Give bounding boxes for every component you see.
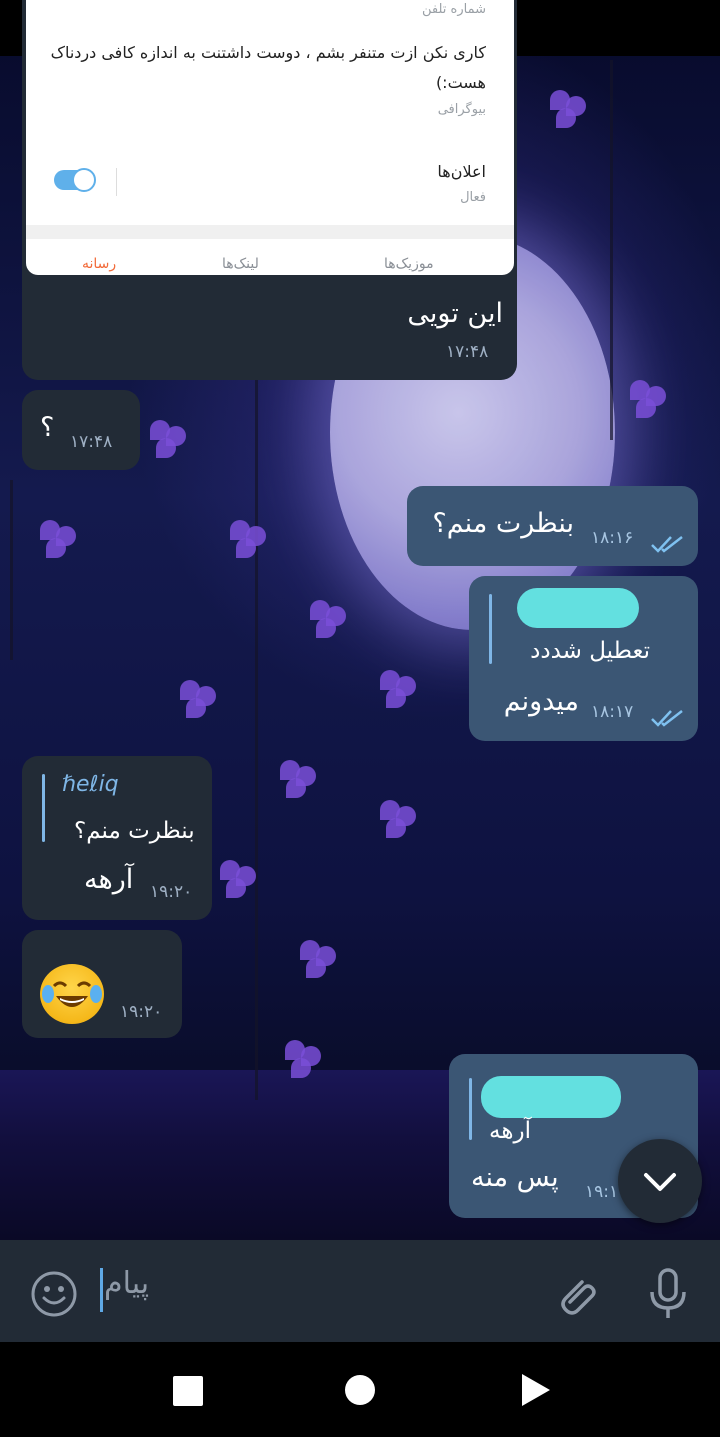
- message-time: ۱۹:۲۰: [120, 1002, 163, 1022]
- message-time: ۱۹:۲۰: [150, 882, 193, 902]
- emoji-icon[interactable]: [30, 1270, 78, 1318]
- message-bubble-incoming[interactable]: ؟ ۱۷:۴۸: [22, 390, 140, 470]
- flower-decoration: [280, 760, 320, 800]
- notifications-state: فعال: [460, 190, 486, 205]
- flower-decoration: [180, 680, 220, 720]
- notifications-label: اعلان‌ها: [437, 162, 486, 181]
- message-input[interactable]: پیام: [104, 1266, 149, 1301]
- reply-text: بنظرت منم؟: [74, 818, 195, 844]
- tab-media[interactable]: رسانه: [82, 256, 116, 272]
- read-ticks-icon: [651, 710, 683, 727]
- message-time: ۱۷:۴۸: [70, 432, 113, 452]
- face-icon: [42, 981, 102, 1007]
- flower-decoration: [310, 600, 350, 640]
- message-bubble-incoming[interactable]: ℏeℓiq بنظرت منم؟ آرهه ۱۹:۲۰: [22, 756, 212, 920]
- vine-decoration: [610, 60, 613, 440]
- message-bubble-outgoing[interactable]: بنظرت منم؟ ۱۸:۱۶: [407, 486, 698, 566]
- reply-text: تعطیل شددد: [530, 638, 650, 664]
- bio-label: بیوگرافی: [437, 102, 486, 117]
- reply-sender-name: ℏeℓiq: [62, 772, 119, 797]
- flower-decoration: [150, 420, 190, 460]
- system-navigation-bar: [0, 1342, 720, 1437]
- message-bubble-outgoing[interactable]: تعطیل شددد میدونم ۱۸:۱۷: [469, 576, 698, 741]
- bio-text: کاری نکن ازت متنفر بشم ، دوست داشتنت به …: [50, 43, 486, 92]
- divider: [116, 168, 117, 196]
- read-ticks-icon: [651, 536, 683, 553]
- message-time: ۱۹:۱: [585, 1182, 619, 1202]
- flower-decoration: [630, 380, 670, 420]
- paperclip-icon[interactable]: [552, 1270, 600, 1318]
- message-time: ۱۸:۱۶: [591, 528, 634, 548]
- vine-decoration: [10, 480, 13, 660]
- text-caret: [100, 1268, 103, 1312]
- profile-screenshot[interactable]: شماره تلفن کاری نکن ازت متنفر بشم ، دوست…: [26, 0, 514, 275]
- reply-bar: [42, 774, 45, 842]
- notifications-toggle[interactable]: [54, 168, 96, 192]
- phone-label: شماره تلفن: [422, 2, 486, 17]
- vine-decoration: [255, 380, 258, 1100]
- message-time: ۱۷:۴۸: [446, 342, 489, 362]
- square-icon[interactable]: [173, 1376, 203, 1406]
- reply-bar: [469, 1078, 472, 1140]
- flower-decoration: [550, 90, 590, 130]
- profile-tabs: موزیک‌ها لینک‌ها رسانه: [26, 252, 514, 275]
- flower-decoration: [300, 940, 340, 980]
- redacted-name: [517, 588, 639, 628]
- message-time: ۱۸:۱۷: [591, 702, 634, 722]
- chevron-down-icon: [644, 1173, 676, 1191]
- flower-decoration: [380, 800, 420, 840]
- triangle-icon[interactable]: [518, 1372, 552, 1408]
- toggle-knob: [72, 168, 96, 192]
- flower-decoration: [380, 670, 420, 710]
- message-text: آرهه: [84, 864, 134, 895]
- message-text: پس منه: [471, 1162, 559, 1193]
- flower-decoration: [220, 860, 260, 900]
- flower-decoration: [285, 1040, 325, 1080]
- scroll-down-button[interactable]: [618, 1139, 702, 1223]
- flower-decoration: [40, 520, 80, 560]
- tab-music[interactable]: موزیک‌ها: [384, 256, 434, 272]
- microphone-icon[interactable]: [644, 1268, 692, 1320]
- redacted-name: [481, 1076, 621, 1118]
- message-text: بنظرت منم؟: [432, 508, 574, 539]
- flower-decoration: [230, 520, 270, 560]
- message-text: این تویی: [407, 298, 503, 329]
- reply-text: آرهه: [489, 1118, 531, 1144]
- tab-links[interactable]: لینک‌ها: [222, 256, 259, 272]
- message-text: ؟: [40, 412, 55, 443]
- tears-of-joy-emoji: [40, 964, 104, 1024]
- circle-icon[interactable]: [345, 1375, 375, 1405]
- message-bubble-incoming[interactable]: شماره تلفن کاری نکن ازت متنفر بشم ، دوست…: [22, 0, 517, 380]
- message-text: میدونم: [503, 686, 579, 717]
- section-divider: [26, 225, 514, 239]
- reply-bar: [489, 594, 492, 664]
- message-composer: پیام: [0, 1240, 720, 1342]
